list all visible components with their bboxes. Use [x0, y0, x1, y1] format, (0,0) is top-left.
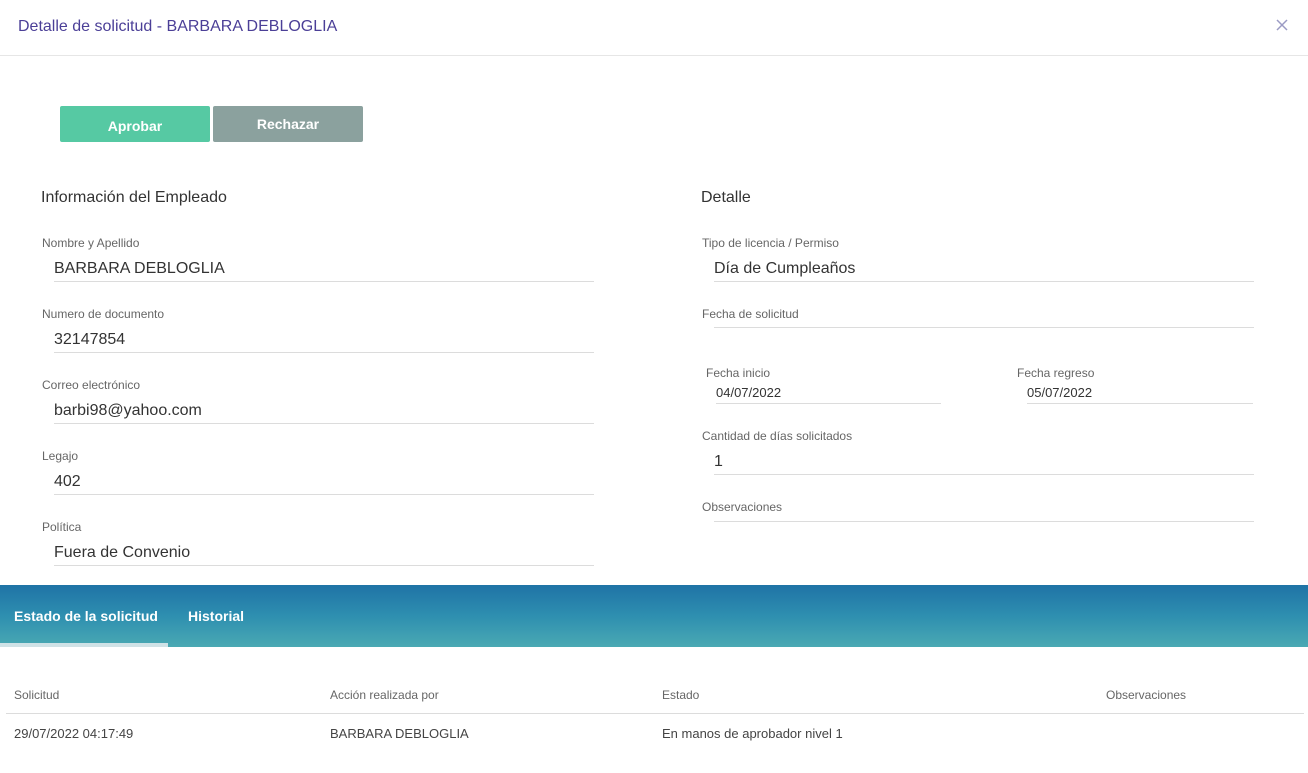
start-date-underline	[716, 403, 941, 404]
approve-button[interactable]: Aprobar	[60, 106, 210, 142]
cell-status: En manos de aprobador nivel 1	[662, 726, 843, 741]
file-number-underline	[54, 494, 594, 495]
start-date-field[interactable]: 04/07/2022	[716, 385, 781, 400]
reject-button[interactable]: Rechazar	[213, 106, 363, 142]
cell-performed-by: BARBARA DEBLOGLIA	[330, 726, 469, 741]
document-number-underline	[54, 352, 594, 353]
license-type-label: Tipo de licencia / Permiso	[702, 236, 839, 250]
employee-name-underline	[54, 281, 594, 282]
detail-section-title: Detalle	[701, 189, 751, 206]
employee-name-label: Nombre y Apellido	[42, 236, 140, 250]
document-number-field[interactable]: 32147854	[54, 331, 125, 349]
days-requested-underline	[714, 474, 1254, 475]
license-type-underline	[714, 281, 1254, 282]
license-type-field[interactable]: Día de Cumpleaños	[714, 260, 855, 278]
close-icon	[1276, 19, 1288, 31]
table-header-divider	[6, 713, 1304, 714]
column-header-request[interactable]: Solicitud	[14, 688, 59, 702]
days-requested-field[interactable]: 1	[714, 453, 723, 471]
policy-field[interactable]: Fuera de Convenio	[54, 544, 190, 562]
column-header-performed-by[interactable]: Acción realizada por	[330, 688, 439, 702]
file-number-field[interactable]: 402	[54, 473, 81, 491]
request-date-underline	[714, 327, 1254, 328]
employee-section-title: Información del Empleado	[41, 189, 227, 206]
column-header-status[interactable]: Estado	[662, 688, 699, 702]
request-date-label: Fecha de solicitud	[702, 307, 799, 321]
cell-request-date: 29/07/2022 04:17:49	[14, 726, 134, 741]
email-field[interactable]: barbi98@yahoo.com	[54, 402, 202, 420]
observations-label: Observaciones	[702, 500, 783, 514]
email-underline	[54, 423, 594, 424]
observations-underline	[714, 521, 1254, 522]
close-button[interactable]	[1274, 17, 1290, 33]
return-date-label: Fecha regreso	[1017, 366, 1095, 380]
policy-label: Política	[42, 520, 82, 534]
active-tab-indicator	[0, 643, 168, 647]
request-detail-dialog: Detalle de solicitud - BARBARA DEBLOGLIA…	[0, 0, 1308, 773]
tab-history[interactable]: Historial	[168, 585, 262, 647]
email-label: Correo electrónico	[42, 378, 141, 392]
days-requested-label: Cantidad de días solicitados	[702, 429, 853, 443]
return-date-field[interactable]: 05/07/2022	[1027, 385, 1092, 400]
dialog-title: Detalle de solicitud - BARBARA DEBLOGLIA	[18, 18, 338, 35]
policy-underline	[54, 565, 594, 566]
employee-name-field[interactable]: BARBARA DEBLOGLIA	[54, 260, 225, 278]
tab-request-status[interactable]: Estado de la solicitud	[0, 585, 168, 647]
dialog-header: Detalle de solicitud - BARBARA DEBLOGLIA	[0, 0, 1308, 56]
column-header-observations[interactable]: Observaciones	[1106, 688, 1186, 702]
start-date-label: Fecha inicio	[706, 366, 771, 380]
document-number-label: Numero de documento	[42, 307, 165, 321]
file-number-label: Legajo	[42, 449, 79, 463]
return-date-underline	[1027, 403, 1253, 404]
tabs-bar: Estado de la solicitud Historial	[0, 585, 1308, 647]
